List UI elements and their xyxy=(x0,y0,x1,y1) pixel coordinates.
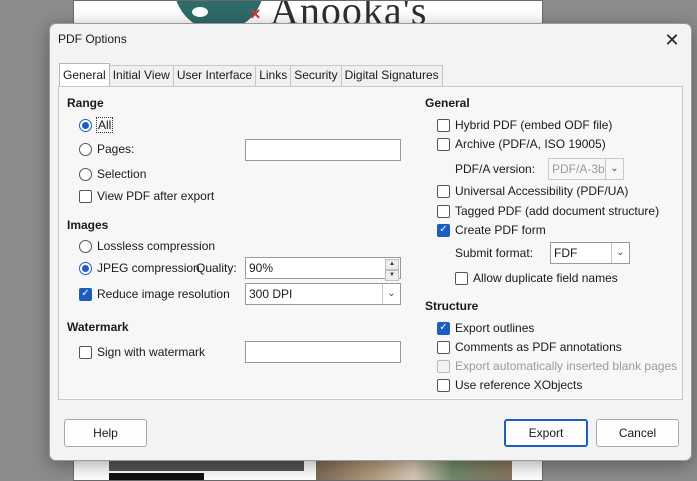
duplicate-field-names-checkbox[interactable]: Allow duplicate field names xyxy=(455,269,618,287)
universal-accessibility-label: Universal Accessibility (PDF/UA) xyxy=(455,184,629,198)
spin-down-icon[interactable]: ▼ xyxy=(385,270,399,281)
checkbox-indicator: ✓ xyxy=(79,287,92,301)
checkbox-indicator xyxy=(437,184,450,198)
tagged-pdf-label: Tagged PDF (add document structure) xyxy=(455,204,660,218)
document-image-strip xyxy=(109,461,304,471)
cancel-button[interactable]: Cancel xyxy=(596,419,679,447)
document-photo xyxy=(316,461,512,480)
tagged-pdf-checkbox[interactable]: Tagged PDF (add document structure) xyxy=(437,202,659,220)
quality-spin-buttons[interactable]: ▲ ▼ xyxy=(385,259,399,281)
checkbox-indicator: ✓ xyxy=(437,321,450,335)
quality-label: Quality: xyxy=(196,261,237,275)
tab-user-interface[interactable]: User Interface xyxy=(172,65,257,86)
radio-indicator xyxy=(79,167,92,181)
pdf-options-dialog: PDF Options ✕ General Initial View User … xyxy=(49,23,692,461)
pdfa-version-combobox[interactable]: PDF/A-3b ⌄ xyxy=(548,158,624,180)
export-outlines-label: Export outlines xyxy=(455,321,535,335)
reference-xobjects-checkbox[interactable]: Use reference XObjects xyxy=(437,376,582,394)
range-pages-label: Pages: xyxy=(97,142,135,156)
tab-security[interactable]: Security xyxy=(290,65,342,86)
checkbox-indicator xyxy=(437,204,450,218)
checkbox-indicator xyxy=(437,340,450,354)
quality-value: 90% xyxy=(249,261,274,275)
checkbox-indicator: ✓ xyxy=(437,223,450,237)
archive-checkbox[interactable]: Archive (PDF/A, ISO 19005) xyxy=(437,135,606,153)
lossless-label: Lossless compression xyxy=(97,239,216,253)
checkbox-indicator xyxy=(437,137,450,151)
chevron-down-icon: ⌄ xyxy=(605,159,623,179)
checkbox-indicator xyxy=(437,118,450,132)
general-tab-panel: Range All Pages: Selection View PDF afte… xyxy=(58,86,683,400)
radio-indicator xyxy=(79,239,92,253)
sign-watermark-label: Sign with watermark xyxy=(97,345,206,359)
range-heading: Range xyxy=(67,96,104,110)
export-outlines-checkbox[interactable]: ✓ Export outlines xyxy=(437,319,534,337)
view-pdf-label: View PDF after export xyxy=(97,189,215,203)
checkbox-indicator xyxy=(437,359,450,373)
checkbox-indicator xyxy=(79,189,92,203)
checkbox-indicator xyxy=(79,345,92,359)
pdfa-version-label: PDF/A version: xyxy=(455,162,536,176)
duplicate-field-names-label: Allow duplicate field names xyxy=(473,271,618,285)
tab-initial-view[interactable]: Initial View xyxy=(108,65,174,86)
export-button[interactable]: Export xyxy=(504,419,588,447)
range-selection-radio[interactable]: Selection xyxy=(79,165,146,183)
title-bar: PDF Options ✕ xyxy=(50,24,691,56)
tab-links[interactable]: Links xyxy=(255,65,292,86)
close-icon: ✕ xyxy=(664,29,680,50)
submit-format-combobox[interactable]: FDF ⌄ xyxy=(550,242,630,264)
reference-xobjects-label: Use reference XObjects xyxy=(455,378,583,392)
logo-eye xyxy=(192,7,208,17)
logo-mark: × xyxy=(250,4,261,24)
comments-annotations-checkbox[interactable]: Comments as PDF annotations xyxy=(437,338,622,356)
sign-watermark-checkbox[interactable]: Sign with watermark xyxy=(79,343,205,361)
watermark-input[interactable] xyxy=(245,341,401,363)
blank-pages-label: Export automatically inserted blank page… xyxy=(455,359,678,373)
submit-format-value: FDF xyxy=(554,246,578,260)
jpeg-label: JPEG compression xyxy=(97,261,200,275)
help-button[interactable]: Help xyxy=(64,419,147,447)
general-heading: General xyxy=(425,96,470,110)
quality-spinbox[interactable]: 90% ▲ ▼ xyxy=(245,257,401,281)
create-form-label: Create PDF form xyxy=(455,223,546,237)
range-all-radio[interactable]: All xyxy=(79,116,114,134)
view-pdf-checkbox[interactable]: View PDF after export xyxy=(79,187,214,205)
structure-heading: Structure xyxy=(425,299,479,313)
submit-format-label: Submit format: xyxy=(455,246,534,260)
lossless-radio[interactable]: Lossless compression xyxy=(79,237,215,255)
pdfa-version-value: PDF/A-3b xyxy=(552,162,605,176)
chevron-down-icon: ⌄ xyxy=(611,243,629,263)
range-selection-label: Selection xyxy=(97,167,147,181)
close-button[interactable]: ✕ xyxy=(659,27,685,53)
universal-accessibility-checkbox[interactable]: Universal Accessibility (PDF/UA) xyxy=(437,182,628,200)
resolution-combobox[interactable]: 300 DPI ⌄ xyxy=(245,283,401,305)
chevron-down-icon: ⌄ xyxy=(382,284,400,304)
range-pages-radio[interactable]: Pages: xyxy=(79,140,134,158)
checkbox-indicator xyxy=(437,378,450,392)
watermark-heading: Watermark xyxy=(67,320,129,334)
archive-label: Archive (PDF/A, ISO 19005) xyxy=(455,137,606,151)
dialog-title: PDF Options xyxy=(58,32,127,46)
document-image-dark xyxy=(109,473,204,480)
checkbox-indicator xyxy=(455,271,468,285)
radio-indicator xyxy=(79,142,92,156)
images-heading: Images xyxy=(67,218,109,232)
radio-indicator xyxy=(79,118,92,132)
reduce-resolution-label: Reduce image resolution xyxy=(97,287,230,301)
reduce-resolution-checkbox[interactable]: ✓ Reduce image resolution xyxy=(79,285,230,303)
blank-pages-checkbox: Export automatically inserted blank page… xyxy=(437,357,677,375)
comments-annotations-label: Comments as PDF annotations xyxy=(455,340,622,354)
hybrid-pdf-checkbox[interactable]: Hybrid PDF (embed ODF file) xyxy=(437,116,612,134)
tab-general[interactable]: General xyxy=(59,63,110,86)
radio-indicator xyxy=(79,261,92,275)
tab-digital-signatures[interactable]: Digital Signatures xyxy=(340,65,443,86)
tab-bar: General Initial View User Interface Link… xyxy=(59,63,443,86)
pages-input[interactable] xyxy=(245,139,401,161)
create-form-checkbox[interactable]: ✓ Create PDF form xyxy=(437,221,546,239)
hybrid-pdf-label: Hybrid PDF (embed ODF file) xyxy=(455,118,613,132)
resolution-value: 300 DPI xyxy=(249,287,293,301)
jpeg-radio[interactable]: JPEG compression xyxy=(79,259,200,277)
spin-up-icon[interactable]: ▲ xyxy=(385,259,399,270)
range-all-label: All xyxy=(95,117,114,133)
